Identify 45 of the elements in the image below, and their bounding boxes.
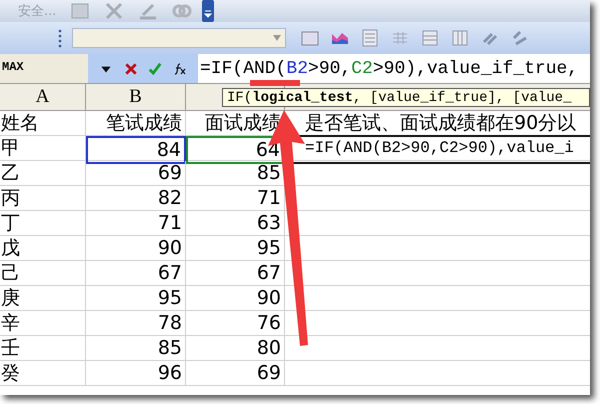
table-cell: 96	[86, 361, 186, 385]
cancel-icon[interactable]	[124, 62, 138, 76]
table-cell: 庚	[0, 286, 86, 310]
table-cell: 己	[0, 261, 86, 285]
column-header[interactable]: B	[86, 84, 186, 110]
name-box[interactable]: MAX	[0, 54, 88, 83]
grip-icon[interactable]	[58, 28, 62, 48]
table-cell: 95	[86, 286, 186, 310]
table-cell: 笔试成绩	[86, 111, 186, 137]
table-cell: 67	[86, 261, 186, 285]
table-cell: 辛	[0, 311, 86, 335]
table-cell: 丙	[0, 186, 86, 210]
table-cell: 63	[186, 211, 285, 235]
confirm-icon[interactable]	[148, 62, 162, 76]
table-cell: 67	[186, 261, 285, 285]
table-cell: 85	[86, 336, 186, 360]
table-cell: 80	[186, 336, 285, 360]
table-cell: 71	[86, 211, 186, 235]
toolbar-options-icon[interactable]	[202, 0, 214, 22]
function-icon[interactable]	[172, 62, 187, 76]
table-cell: 95	[186, 236, 285, 260]
table-cell: 戊	[0, 236, 86, 260]
table-cell: 姓名	[0, 111, 86, 137]
rows-icon[interactable]	[420, 28, 440, 48]
table-cell: 90	[186, 286, 285, 310]
highlight-mark	[250, 80, 300, 86]
table-cell: 69	[86, 161, 186, 185]
formula-field[interactable]: =IF(AND(B2>90,C2>90),value_if_true,	[198, 54, 590, 83]
table-cell: 84	[86, 136, 186, 164]
table-cell: 90	[86, 236, 186, 260]
list-icon[interactable]	[360, 28, 380, 48]
caret-icon	[273, 35, 281, 41]
table-cell: 78	[86, 311, 186, 335]
columns-icon[interactable]	[450, 28, 470, 48]
table-cell: 丁	[0, 211, 86, 235]
function-tooltip: IF(logical_test, [value_if_true], [value_	[222, 88, 590, 107]
table-cell: 69	[186, 361, 285, 385]
table-cell: 甲	[0, 136, 86, 164]
table-cell: 癸	[0, 361, 86, 385]
table-cell: 壬	[0, 336, 86, 360]
table-cell: 乙	[0, 161, 86, 185]
style-dropdown[interactable]	[72, 28, 286, 48]
table-cell: 82	[86, 186, 186, 210]
table-cell: 76	[186, 311, 285, 335]
column-header[interactable]: A	[0, 84, 86, 110]
